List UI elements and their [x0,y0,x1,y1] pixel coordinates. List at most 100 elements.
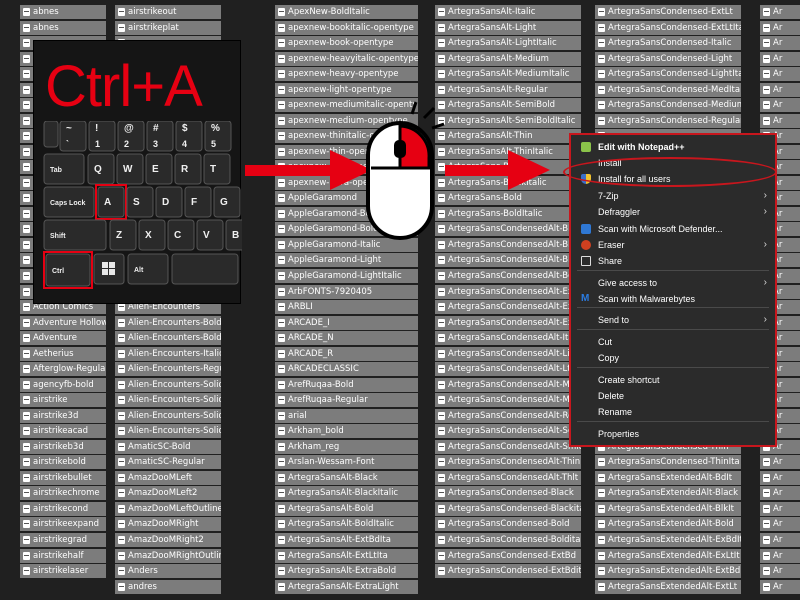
file-item[interactable]: airstrikelaser [20,564,106,579]
file-item[interactable]: Alien-Encounters-Solid-Italic [115,408,221,423]
file-item[interactable]: ArtegraSansCondensedAlt-Bla [435,237,581,252]
file-item[interactable]: AmazDooMRight2 [115,533,221,548]
file-item[interactable]: Ar [760,533,800,548]
file-item[interactable]: ArtegraSansAlt-ExtraBold [275,564,418,579]
file-item[interactable]: ArtegraSans-BoldItalic [435,206,581,221]
file-item[interactable]: ArtegraSansAlt-ThinItalic [435,144,581,159]
file-item[interactable]: Ar [760,113,800,128]
file-item[interactable]: ArtegraSansCondensedAlt-ExL [435,300,581,315]
file-item[interactable]: airstrikebold [20,455,106,470]
file-item[interactable]: ArtegraSansAlt-Black [275,470,418,485]
menu-item-create-shortcut[interactable]: Create shortcut [571,372,775,388]
file-item[interactable]: Alien-Encounters-Italic [115,346,221,361]
file-item[interactable]: ArtegraSans-Black [435,160,581,175]
file-item[interactable]: ArtegraSansExtendedAlt-Bold [595,517,741,532]
file-item[interactable]: ArtegraSansCondensed-ExtBdita [435,564,581,579]
file-item[interactable]: Alien-Encounters-Bold [115,315,221,330]
file-item[interactable]: Ar [760,51,800,66]
file-item[interactable]: AppleGaramond-Light [275,253,418,268]
file-item[interactable]: ArtegraSansCondensed-ExtLtIta [595,20,741,35]
file-item[interactable]: Ar [760,470,800,485]
file-item[interactable]: ArtegraSansAlt-LightItalic [435,36,581,51]
file-item[interactable]: airstrikegrad [20,533,106,548]
file-item[interactable]: Alien-Encounters-Regular [115,362,221,377]
file-item[interactable]: ArefRuqaa-Bold [275,377,418,392]
file-item[interactable]: apexnew-mediumitalic-opentype [275,98,418,113]
file-item[interactable]: ArtegraSansCondensed-Light [595,51,741,66]
file-item[interactable]: ArtegraSansCondensedAlt-Reg [435,408,581,423]
file-item[interactable]: ArtegraSansCondensed-Italic [595,36,741,51]
file-item[interactable]: Ar [760,517,800,532]
file-item[interactable]: Alien-Encounters-Solid-Bold-Italic [115,393,221,408]
file-item[interactable]: ArtegraSansAlt-BoldItalic [275,517,418,532]
file-item[interactable]: ArtegraSansCondensed-Medium [595,98,741,113]
file-item[interactable]: airstrike [20,393,106,408]
file-item[interactable]: AmazDooMLeft [115,470,221,485]
file-item[interactable]: apexnew-thin-opentype [275,144,418,159]
menu-item-cut[interactable]: Cut [571,334,775,350]
menu-item-share[interactable]: Share [571,253,775,269]
file-item[interactable]: ArtegraSans-BlackItalic [435,175,581,190]
file-item[interactable]: Ar [760,36,800,51]
file-item[interactable]: airstrikeacad [20,424,106,439]
file-item[interactable]: ArtegraSansExtendedAlt-BlkIt [595,501,741,516]
file-item[interactable]: AppleGaramond-BoldItalic [275,222,418,237]
file-item[interactable]: Adventure [20,331,106,346]
file-item[interactable]: ArtegraSansCondensedAlt-Thlt [435,470,581,485]
file-item[interactable]: ArtegraSansCondensedAlt-Bol [435,269,581,283]
file-item[interactable]: ArtegraSansAlt-Bold [275,501,418,516]
file-item[interactable]: ArtegraSansCondensedAlt-SemBd [435,424,581,439]
file-item[interactable]: ArtegraSansCondensedAlt-Smlt [435,439,581,454]
file-item[interactable]: Ar [760,579,800,594]
file-item[interactable]: ArtegraSansAlt-SemiBold [435,98,581,113]
file-item[interactable]: ArtegraSansCondensed-Bold [435,517,581,532]
file-item[interactable]: Alien-Encounters-Bold-Italic [115,331,221,346]
file-item[interactable]: ArtegraSansCondensedAlt-Ltlt [435,362,581,377]
file-item[interactable]: ArtegraSansCondensed-Blackita [435,501,581,516]
file-item[interactable]: Ar [760,67,800,82]
file-item[interactable]: apexnew-book-opentype [275,36,418,51]
file-item[interactable]: ArtegraSansAlt-BlackItalic [275,486,418,501]
file-item[interactable]: AmazDooMRightOutline [115,548,221,563]
file-item[interactable]: Aetherius [20,346,106,361]
file-item[interactable]: ArtegraSansCondensedAlt-Me [435,393,581,408]
file-item[interactable]: ArtegraSansCondensedAlt-Blk [435,253,581,268]
file-item[interactable]: apexnew-medium-opentype [275,113,418,128]
file-item[interactable]: ArtegraSansCondensedAlt-Bla [435,222,581,237]
file-item[interactable]: agencyfb-bold [20,377,106,392]
file-item[interactable]: Ar [760,98,800,113]
file-item[interactable]: ArtegraSansExtendedAlt-ExtBd [595,564,741,579]
file-item[interactable]: Alien-Encounters-Solid-Bold [115,377,221,392]
menu-item-rename[interactable]: Rename [571,404,775,420]
file-item[interactable]: ArtegraSansExtendedAlt-BdIt [595,470,741,485]
file-item[interactable]: Ar [760,564,800,579]
file-item[interactable]: ArtegraSansAlt-SemiBoldItalic [435,113,581,128]
file-item[interactable]: ArtegraSansCondensed-ExtBd [435,548,581,563]
file-item[interactable]: ArtegraSansCondensed-LightIta [595,67,741,82]
file-item[interactable]: airstrikecond [20,501,106,516]
file-item[interactable]: ArtegraSansCondensedAlt-Thin [435,455,581,470]
file-item[interactable]: Arslan-Wessam-Font [275,455,418,470]
file-item[interactable]: ArtegraSansExtendedAlt-Black [595,486,741,501]
file-item[interactable]: AppleGaramond-LightItalic [275,269,418,283]
file-item[interactable]: Alien-Encounters-Solid-Regular [115,424,221,439]
file-item[interactable]: airstrikeout [115,5,221,19]
file-item[interactable]: Ar [760,548,800,563]
file-item[interactable]: ArefRuqaa-Regular [275,393,418,408]
file-item[interactable]: AppleGaramond-Italic [275,237,418,252]
file-item[interactable]: ArtegraSansCondensedAlt-ExL [435,315,581,330]
file-item[interactable]: AmazDooMRight [115,517,221,532]
file-item[interactable]: ArbFONTS-7920405 [275,284,418,299]
file-item[interactable]: airstrikehalf [20,548,106,563]
file-item[interactable]: arial [275,408,418,423]
file-item[interactable]: andres [115,579,221,594]
file-item[interactable]: AmazDooMLeft2 [115,486,221,501]
file-item[interactable]: AmazDooMLeftOutline [115,501,221,516]
file-item[interactable]: airstrikechrome [20,486,106,501]
file-item[interactable]: apexnew-light-opentype [275,82,418,97]
file-item[interactable]: Ar [760,486,800,501]
menu-item-edit-with-notepad[interactable]: Edit with Notepad++ [571,139,775,155]
file-item[interactable]: Ar [760,501,800,516]
file-item[interactable]: AppleGaramond [275,191,418,206]
file-item[interactable]: ArtegraSansExtendedAlt-ExtLt [595,579,741,594]
